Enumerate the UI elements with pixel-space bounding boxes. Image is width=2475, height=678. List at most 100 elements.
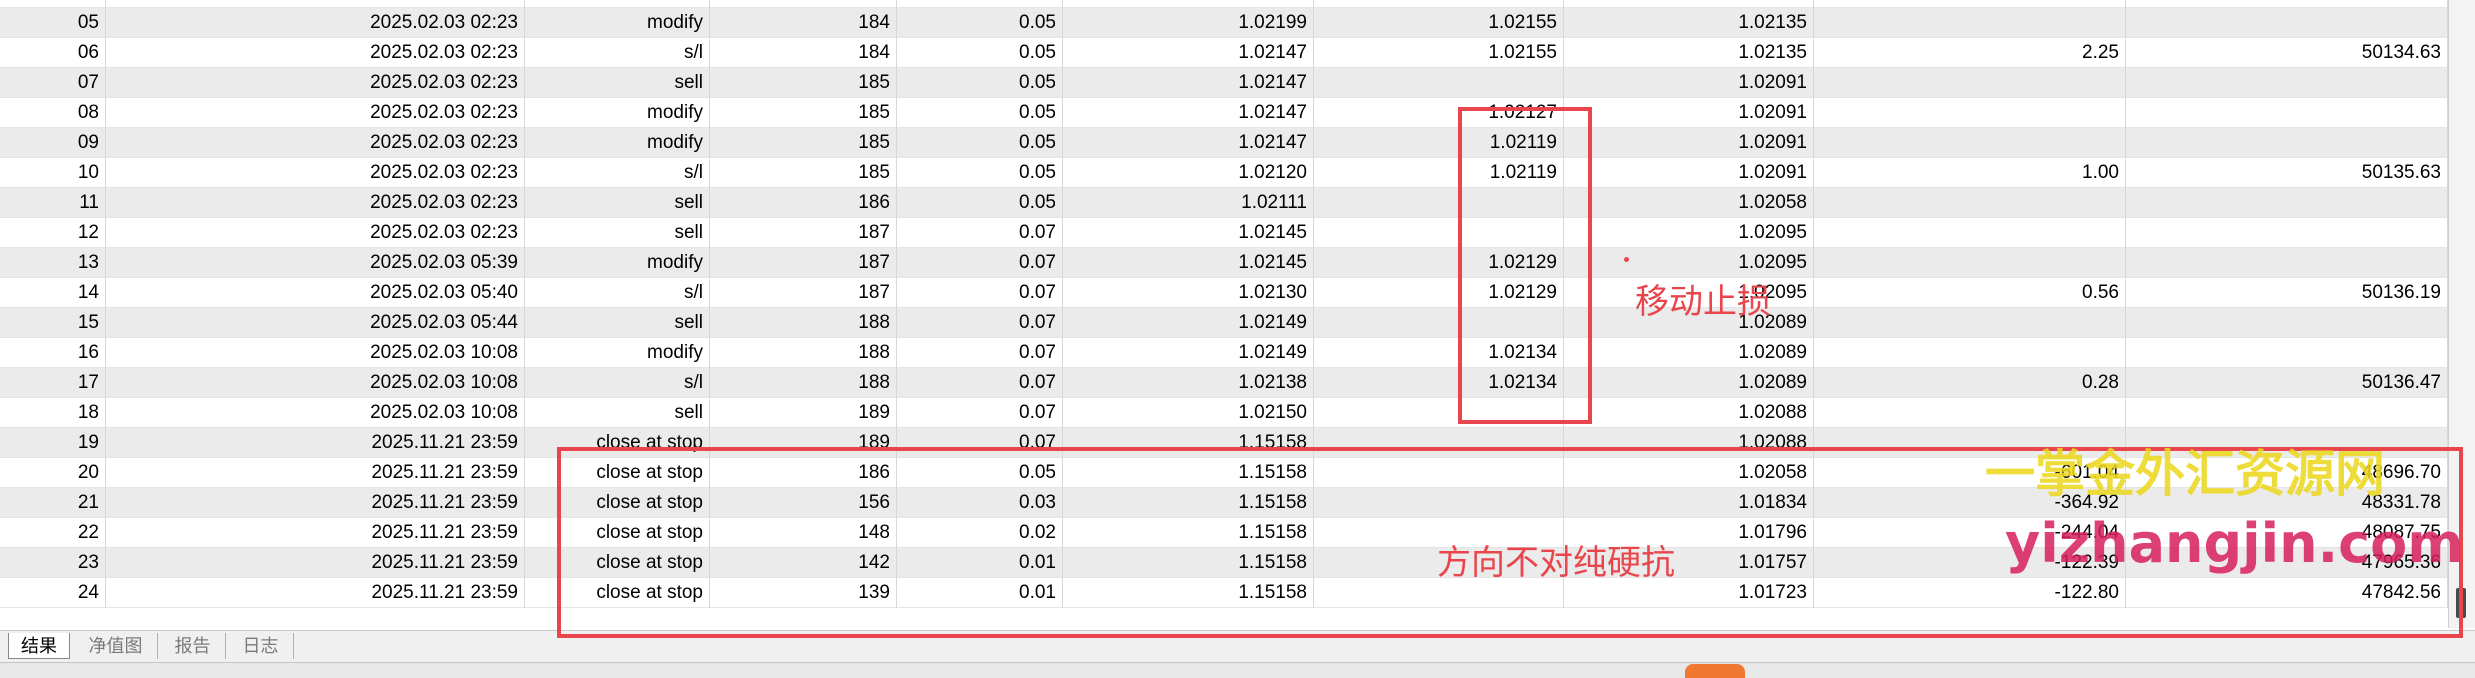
cell-type: sell xyxy=(525,0,710,8)
cell-sl xyxy=(1314,218,1564,248)
cell-size: 0.07 xyxy=(897,368,1063,398)
cell-sl: 1.02129 xyxy=(1314,278,1564,308)
cell-type: close at stop xyxy=(525,428,710,458)
cell-time: 2025.02.03 05:39 xyxy=(106,248,525,278)
table-row[interactable]: 08 2025.02.03 02:23 modify 185 0.05 1.02147 1.… xyxy=(0,98,2448,128)
cell-price: 1.15158 xyxy=(1063,458,1314,488)
cell-tp: 1.02058 xyxy=(1564,458,1814,488)
table-row[interactable]: 06 2025.02.03 02:23 s/l 184 0.05 1.02147 1.021… xyxy=(0,38,2448,68)
cell-num: 09 xyxy=(0,128,106,158)
cell-type: modify xyxy=(525,98,710,128)
cell-time: 2025.02.03 05:44 xyxy=(106,308,525,338)
annotation-dot xyxy=(1624,257,1629,262)
table-row[interactable]: 16 2025.02.03 10:08 modify 188 0.07 1.02149 1.… xyxy=(0,338,2448,368)
table-row[interactable]: 09 2025.02.03 02:23 modify 185 0.05 1.02147 1.… xyxy=(0,128,2448,158)
cell-profit: -122.80 xyxy=(1814,578,2126,608)
table-row[interactable]: 15 2025.02.03 05:44 sell 188 0.07 1.02149 1.02… xyxy=(0,308,2448,338)
table-row[interactable]: 05 2025.02.03 02:23 modify 184 0.05 1.02199 1.… xyxy=(0,8,2448,38)
cell-order: 185 xyxy=(710,158,897,188)
cell-num: 23 xyxy=(0,548,106,578)
cell-num: 21 xyxy=(0,488,106,518)
cell-balance: 50136.47 xyxy=(2126,368,2448,398)
cell-balance: 47842.56 xyxy=(2126,578,2448,608)
cell-sl: 1.02155 xyxy=(1314,8,1564,38)
tab-results[interactable]: 结果 xyxy=(8,633,70,659)
cell-profit: 0.56 xyxy=(1814,278,2126,308)
cell-time: 2025.02.03 05:40 xyxy=(106,278,525,308)
cell-type: modify xyxy=(525,338,710,368)
table-row[interactable]: 18 2025.02.03 10:08 sell 189 0.07 1.02150 1.02… xyxy=(0,398,2448,428)
cell-time: 2025.11.21 23:59 xyxy=(106,428,525,458)
status-strip xyxy=(0,662,2475,678)
cell-tp: 1.02091 xyxy=(1564,98,1814,128)
scrollbar-thumb[interactable] xyxy=(2456,588,2466,618)
cell-profit xyxy=(1814,308,2126,338)
cell-size: 0.05 xyxy=(897,188,1063,218)
cell-type: s/l xyxy=(525,158,710,188)
cell-type: sell xyxy=(525,68,710,98)
cell-type: s/l xyxy=(525,368,710,398)
table-row[interactable]: 13 2025.02.03 05:39 modify 187 0.07 1.02145 1.… xyxy=(0,248,2448,278)
cell-balance xyxy=(2126,98,2448,128)
table-row[interactable]: 07 2025.02.03 02:23 sell 185 0.05 1.02147 1.02… xyxy=(0,68,2448,98)
cell-time: 2025.02.03 10:08 xyxy=(106,398,525,428)
cell-tp: 1.02091 xyxy=(1564,128,1814,158)
tab-report[interactable]: 报告 xyxy=(160,633,226,659)
cell-type: modify xyxy=(525,8,710,38)
cell-sl xyxy=(1314,68,1564,98)
cell-profit xyxy=(1814,98,2126,128)
watermark-site-name: 一掌金外汇资源网 xyxy=(1985,445,2385,503)
cell-profit: 1.00 xyxy=(1814,158,2126,188)
cell-num: 22 xyxy=(0,518,106,548)
cell-balance xyxy=(2126,338,2448,368)
cell-num: 04 xyxy=(0,0,106,8)
cell-balance xyxy=(2126,128,2448,158)
cell-time: 2025.11.21 23:59 xyxy=(106,518,525,548)
tab-journal[interactable]: 日志 xyxy=(228,633,294,659)
cell-profit xyxy=(1814,128,2126,158)
cell-num: 20 xyxy=(0,458,106,488)
cell-size: 0.07 xyxy=(897,248,1063,278)
cell-size: 0.05 xyxy=(897,8,1063,38)
table-row[interactable]: 042025.02.03 02:22sell1840.051.02199 1.02… xyxy=(0,0,2448,8)
cell-order: 139 xyxy=(710,578,897,608)
cell-order: 185 xyxy=(710,98,897,128)
cell-tp: 1.02091 xyxy=(1564,68,1814,98)
cell-profit xyxy=(1814,248,2126,278)
cell-type: sell xyxy=(525,308,710,338)
table-row[interactable]: 14 2025.02.03 05:40 s/l 187 0.07 1.02130 1.021… xyxy=(0,278,2448,308)
cell-price: 1.02147 xyxy=(1063,128,1314,158)
cell-type: close at stop xyxy=(525,548,710,578)
cell-price: 1.02111 xyxy=(1063,188,1314,218)
table-row[interactable]: 10 2025.02.03 02:23 s/l 185 0.05 1.02120 1.021… xyxy=(0,158,2448,188)
cell-size: 0.01 xyxy=(897,578,1063,608)
cell-time: 2025.11.21 23:59 xyxy=(106,578,525,608)
cell-size: 0.05 xyxy=(897,38,1063,68)
cell-tp: 1.02095 xyxy=(1564,218,1814,248)
cell-time: 2025.02.03 02:23 xyxy=(106,38,525,68)
table-row[interactable]: 17 2025.02.03 10:08 s/l 188 0.07 1.02138 1.021… xyxy=(0,368,2448,398)
cell-sl xyxy=(1314,398,1564,428)
cell-tp: 1.01834 xyxy=(1564,488,1814,518)
tab-equity-chart[interactable]: 净值图 xyxy=(74,633,158,659)
cell-price: 1.15158 xyxy=(1063,548,1314,578)
cell-order: 187 xyxy=(710,218,897,248)
cell-sl xyxy=(1314,428,1564,458)
cell-time: 2025.11.21 23:59 xyxy=(106,458,525,488)
cell-price: 1.02145 xyxy=(1063,218,1314,248)
cell-size: 0.07 xyxy=(897,308,1063,338)
cell-tp: 1.02091 xyxy=(1564,158,1814,188)
cell-num: 05 xyxy=(0,8,106,38)
table-row[interactable]: 11 2025.02.03 02:23 sell 186 0.05 1.02111 1.02… xyxy=(0,188,2448,218)
cell-order: 188 xyxy=(710,338,897,368)
cell-price: 1.02199 xyxy=(1063,8,1314,38)
cell-profit xyxy=(1814,398,2126,428)
cell-type: s/l xyxy=(525,38,710,68)
table-row[interactable]: 24 2025.11.21 23:59 close at stop 139 0.01 1.… xyxy=(0,578,2448,608)
cell-tp: 1.02135 xyxy=(1564,8,1814,38)
cell-price: 1.02147 xyxy=(1063,68,1314,98)
cell-size: 0.05 xyxy=(897,458,1063,488)
cell-order: 184 xyxy=(710,38,897,68)
table-row[interactable]: 12 2025.02.03 02:23 sell 187 0.07 1.02145 1.02… xyxy=(0,218,2448,248)
cell-time: 2025.02.03 02:23 xyxy=(106,188,525,218)
